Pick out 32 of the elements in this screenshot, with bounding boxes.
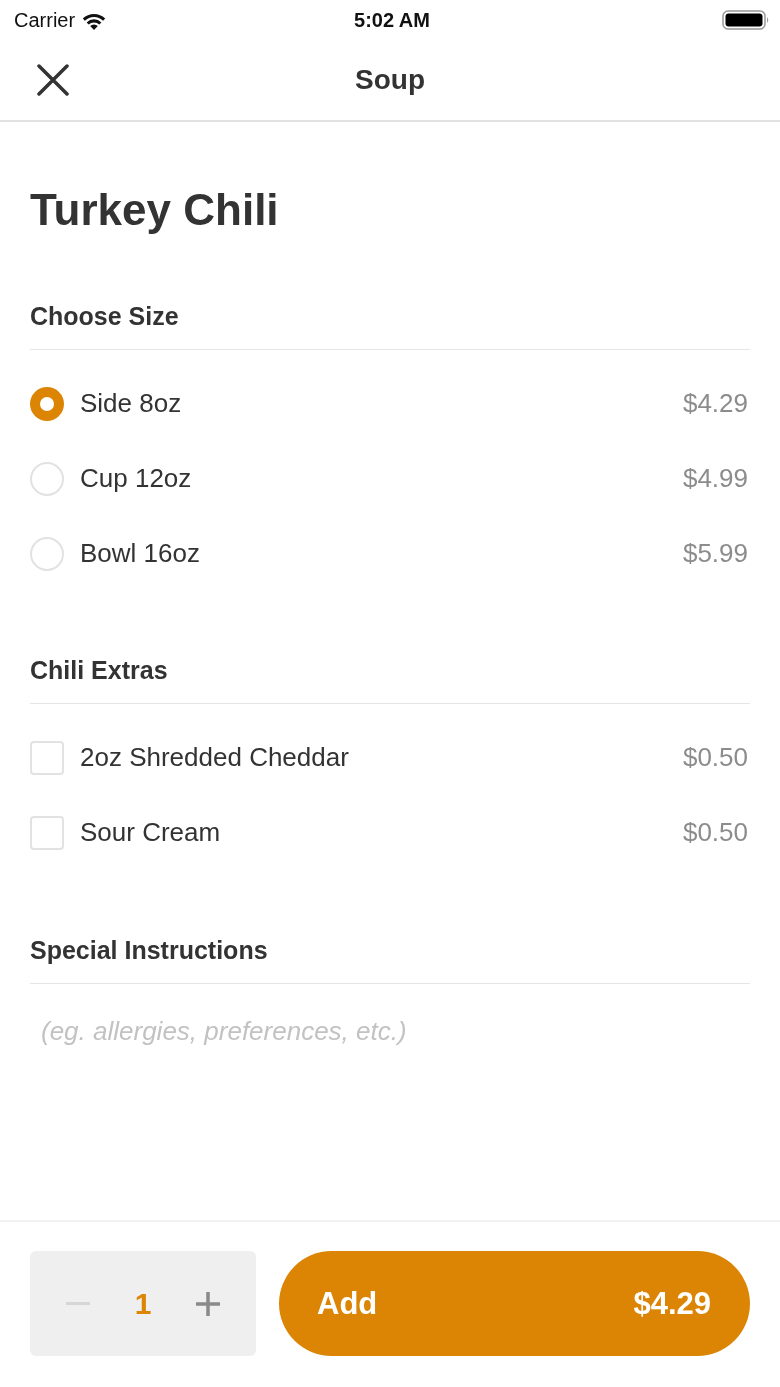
option-label: 2oz Shredded Cheddar bbox=[80, 742, 349, 773]
option-label: Sour Cream bbox=[80, 817, 221, 848]
option-price: $5.99 bbox=[682, 538, 748, 569]
carrier-label: Carrier bbox=[14, 8, 76, 32]
option-label: Cup 12oz bbox=[80, 463, 192, 494]
option-price: $0.50 bbox=[682, 742, 748, 773]
checkbox[interactable] bbox=[30, 815, 64, 850]
battery-icon bbox=[722, 10, 770, 30]
instructions-field[interactable]: (eg. allergies, preferences, etc.) bbox=[30, 1015, 750, 1055]
status-time: 5:02 AM bbox=[354, 8, 430, 32]
option-price: $4.99 bbox=[682, 463, 748, 494]
radio-button[interactable] bbox=[30, 386, 64, 421]
section-heading: Choose Size bbox=[30, 301, 179, 332]
checkbox[interactable] bbox=[30, 740, 64, 775]
add-to-order-button[interactable]: Add $4.29 bbox=[279, 1251, 750, 1356]
option-label: Side 8oz bbox=[80, 388, 182, 419]
option-price: $0.50 bbox=[682, 817, 748, 848]
option-price: $4.29 bbox=[682, 388, 748, 419]
close-icon bbox=[37, 64, 69, 96]
plus-icon bbox=[196, 1291, 220, 1316]
close-button[interactable] bbox=[36, 63, 70, 97]
quantity-value: 1 bbox=[134, 1286, 152, 1321]
total-price: $4.29 bbox=[633, 1285, 711, 1322]
nav-title: Soup bbox=[355, 64, 425, 96]
increment-button[interactable] bbox=[196, 1291, 220, 1316]
add-label: Add bbox=[317, 1285, 378, 1322]
section-heading: Special Instructions bbox=[30, 935, 268, 966]
section-heading: Chili Extras bbox=[30, 655, 168, 686]
option-label: Bowl 16oz bbox=[80, 538, 200, 569]
item-title: Turkey Chili bbox=[30, 184, 279, 236]
radio-button[interactable] bbox=[30, 536, 64, 571]
radio-button[interactable] bbox=[30, 461, 64, 496]
